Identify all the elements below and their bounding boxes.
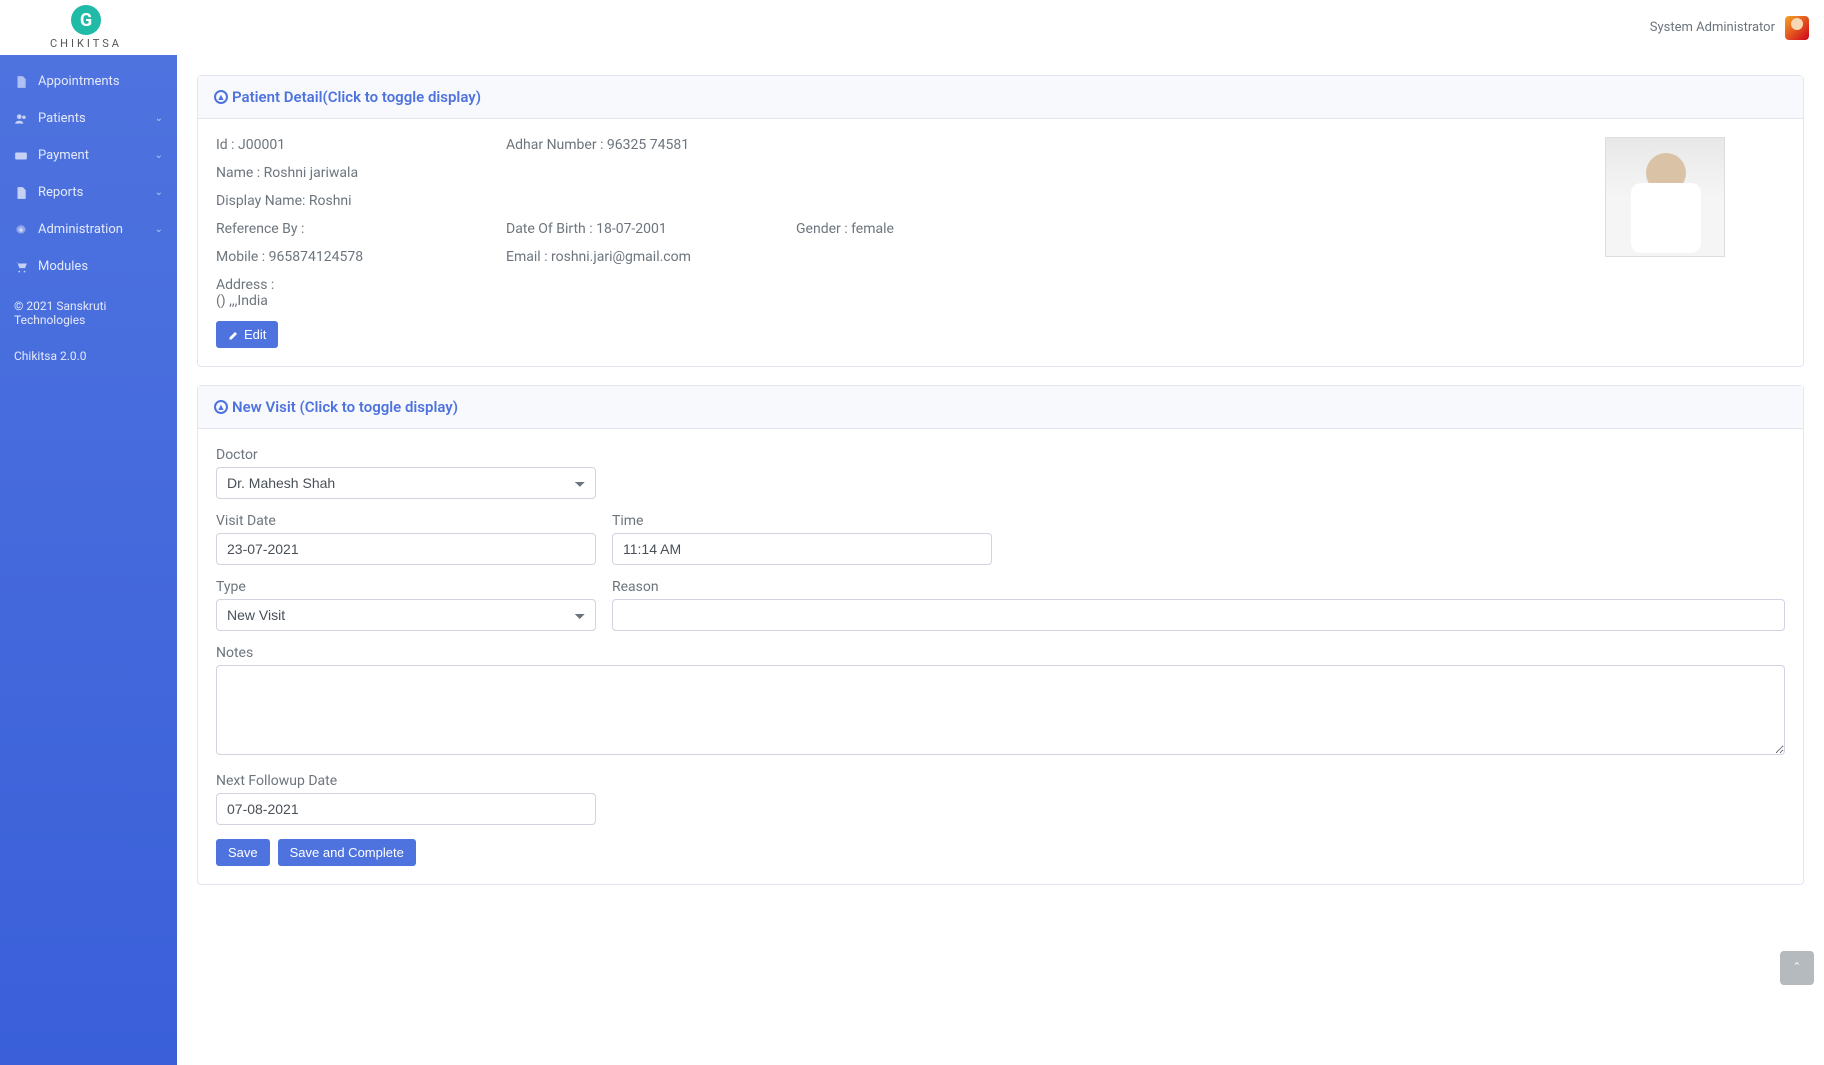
file-icon (14, 186, 28, 200)
arrow-up-circle-icon: ▲ (214, 400, 228, 414)
chevron-down-icon: ⌄ (155, 113, 163, 124)
reason-label: Reason (612, 579, 1785, 595)
patient-photo (1605, 137, 1725, 257)
patient-display-name: Display Name: Roshni (216, 193, 1086, 209)
gear-icon (14, 223, 28, 237)
chevron-down-icon: ⌄ (155, 187, 163, 198)
current-user-label: System Administrator (1650, 20, 1775, 35)
sidebar-item-label: Appointments (38, 74, 120, 89)
notes-label: Notes (216, 645, 1785, 661)
sidebar-item-administration[interactable]: Administration ⌄ (0, 211, 177, 248)
time-label: Time (612, 513, 992, 529)
sidebar-item-label: Administration (38, 222, 123, 237)
edit-button[interactable]: Edit (216, 321, 278, 348)
patient-dob: Date Of Birth : 18-07-2001 (506, 221, 796, 237)
visit-date-label: Visit Date (216, 513, 596, 529)
main-content: ▲ Patient Detail(Click to toggle display… (177, 55, 1824, 1065)
followup-label: Next Followup Date (216, 773, 596, 789)
sidebar-item-label: Payment (38, 148, 89, 163)
new-visit-toggle[interactable]: ▲ New Visit (Click to toggle display) (198, 386, 1803, 429)
patient-reference: Reference By : (216, 221, 506, 237)
sidebar-item-reports[interactable]: Reports ⌄ (0, 174, 177, 211)
sidebar-item-modules[interactable]: Modules (0, 248, 177, 285)
doctor-select[interactable]: Dr. Mahesh Shah (216, 467, 596, 499)
sidebar-item-appointments[interactable]: Appointments (0, 63, 177, 100)
card-title: New Visit (Click to toggle display) (232, 398, 458, 416)
copyright-text: © 2021 Sanskruti Technologies (14, 299, 163, 327)
patient-email: Email : roshni.jari@gmail.com (506, 249, 796, 265)
patient-address: Address : () ,,,India (216, 277, 1086, 309)
sidebar-item-label: Modules (38, 259, 88, 274)
user-avatar-icon[interactable] (1785, 16, 1809, 40)
top-header: G CHIKITSA System Administrator (0, 0, 1824, 55)
save-complete-button[interactable]: Save and Complete (278, 839, 416, 866)
save-button[interactable]: Save (216, 839, 270, 866)
time-input[interactable] (612, 533, 992, 565)
money-icon (14, 149, 28, 163)
patient-adhar: Adhar Number : 96325 74581 (506, 137, 796, 153)
notes-textarea[interactable] (216, 665, 1785, 755)
reason-input[interactable] (612, 599, 1785, 631)
sidebar-item-patients[interactable]: Patients ⌄ (0, 100, 177, 137)
logo-text: CHIKITSA (50, 37, 122, 50)
cart-icon (14, 260, 28, 274)
chevron-down-icon: ⌄ (155, 224, 163, 235)
type-select[interactable]: New Visit (216, 599, 596, 631)
card-title: Patient Detail(Click to toggle display) (232, 88, 481, 106)
file-icon (14, 75, 28, 89)
patient-detail-card: ▲ Patient Detail(Click to toggle display… (197, 75, 1804, 367)
sidebar-item-label: Reports (38, 185, 83, 200)
patient-detail-toggle[interactable]: ▲ Patient Detail(Click to toggle display… (198, 76, 1803, 119)
doctor-label: Doctor (216, 447, 596, 463)
edit-icon (228, 329, 240, 341)
sidebar: Appointments Patients ⌄ Payment ⌄ Report… (0, 55, 177, 1065)
followup-date-input[interactable] (216, 793, 596, 825)
patient-gender: Gender : female (796, 221, 1086, 237)
new-visit-card: ▲ New Visit (Click to toggle display) Do… (197, 385, 1804, 885)
version-text: Chikitsa 2.0.0 (14, 349, 163, 363)
patient-name: Name : Roshni jariwala (216, 165, 1086, 181)
logo-icon: G (71, 5, 101, 35)
scroll-top-button[interactable]: ˆ (1780, 951, 1814, 985)
users-icon (14, 112, 28, 126)
sidebar-item-payment[interactable]: Payment ⌄ (0, 137, 177, 174)
chevron-down-icon: ⌄ (155, 150, 163, 161)
patient-id: Id : J00001 (216, 137, 506, 153)
patient-mobile: Mobile : 965874124578 (216, 249, 506, 265)
arrow-up-circle-icon: ▲ (214, 90, 228, 104)
chevron-up-icon: ˆ (1793, 959, 1801, 978)
visit-date-input[interactable] (216, 533, 596, 565)
type-label: Type (216, 579, 596, 595)
sidebar-item-label: Patients (38, 111, 86, 126)
logo[interactable]: G CHIKITSA (50, 5, 122, 50)
